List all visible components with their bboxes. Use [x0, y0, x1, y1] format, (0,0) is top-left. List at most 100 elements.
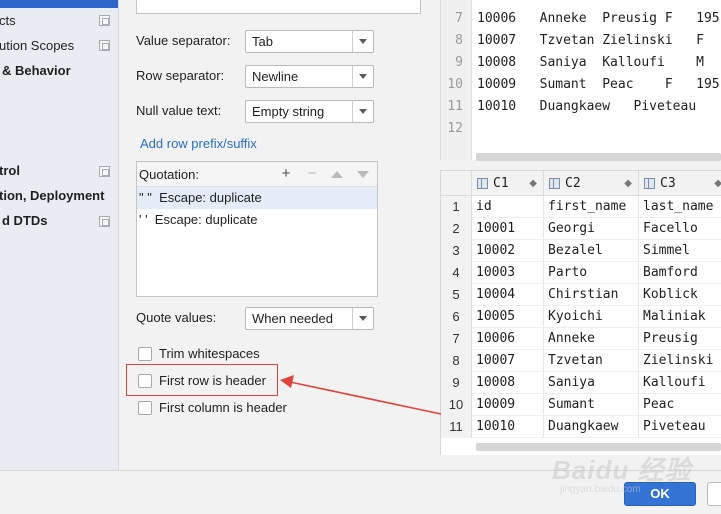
row-number[interactable]: 7	[441, 328, 472, 350]
quotation-item[interactable]: ' ' Escape: duplicate	[137, 209, 377, 231]
row-number[interactable]: 10	[441, 394, 472, 416]
text-preview-editor: 7 10006 Anneke Preusig F 195 8 10007 Tzvet…	[440, 0, 721, 160]
grid-cell[interactable]: Anneke	[544, 328, 639, 350]
grid-cell[interactable]: 10008	[472, 372, 544, 394]
grid-cell[interactable]: 10009	[472, 394, 544, 416]
row-number[interactable]: 9	[441, 372, 472, 394]
value-separator-select[interactable]: Tab	[245, 30, 374, 53]
grid-cell[interactable]: 10004	[472, 284, 544, 306]
grid-cell[interactable]: Piveteau	[639, 416, 721, 438]
null-value-value: Empty string	[252, 104, 325, 119]
grid-cell[interactable]: Zielinski	[639, 350, 721, 372]
sidebar-item-dtds[interactable]: d DTDs	[2, 211, 48, 231]
column-header[interactable]: C2 ◆	[544, 171, 639, 196]
grid-cell[interactable]: Bezalel	[544, 240, 639, 262]
row-number[interactable]: 1	[441, 196, 472, 218]
sidebar-item-deployment[interactable]: tion, Deployment	[0, 186, 104, 206]
sidebar-item-label: ution Scopes	[0, 38, 75, 53]
grid-cell[interactable]: id	[472, 196, 544, 218]
grid-cell[interactable]: 10005	[472, 306, 544, 328]
sidebar-selected-item[interactable]	[0, 0, 118, 8]
column-icon	[644, 178, 655, 189]
move-down-icon[interactable]	[357, 171, 369, 178]
grid-cell[interactable]: Tzvetan	[544, 350, 639, 372]
grid-cell[interactable]: Sumant	[544, 394, 639, 416]
grid-cell[interactable]: Peac	[639, 394, 721, 416]
add-row-prefix-suffix-link[interactable]: Add row prefix/suffix	[140, 136, 257, 151]
chevron-down-icon	[352, 66, 373, 87]
quotation-toolbar: Quotation: + −	[137, 162, 377, 187]
sidebar-item-label: trol	[0, 163, 20, 178]
row-number[interactable]: 3	[441, 240, 472, 262]
line-text: 10008 Saniya Kalloufi M	[477, 55, 704, 70]
row-separator-select[interactable]: Newline	[245, 65, 374, 88]
sidebar-item-behavior[interactable]: & Behavior	[2, 61, 71, 81]
sort-icon[interactable]: ◆	[624, 171, 632, 196]
checkbox-box[interactable]	[138, 401, 152, 415]
grid-cell[interactable]: Koblick	[639, 284, 721, 306]
value-separator-label: Value separator:	[136, 33, 231, 48]
sidebar-item-scopes[interactable]: ution Scopes	[0, 36, 74, 56]
chevron-down-icon	[352, 101, 373, 122]
grid-cell[interactable]: Bamford	[639, 262, 721, 284]
line-number: 12	[447, 121, 463, 136]
remove-icon[interactable]: −	[303, 165, 321, 183]
sidebar-item-label: cts	[0, 13, 16, 28]
row-number[interactable]: 8	[441, 350, 472, 372]
grid-cell[interactable]: Maliniak	[639, 306, 721, 328]
grid-cell[interactable]: Kyoichi	[544, 306, 639, 328]
row-number[interactable]: 5	[441, 284, 472, 306]
grid-cell[interactable]: last_name	[639, 196, 721, 218]
sort-icon[interactable]: ◆	[714, 171, 721, 196]
csv-format-settings-panel: Value separator: Tab Row separator: Newl…	[119, 0, 440, 470]
grid-cell[interactable]: 10003	[472, 262, 544, 284]
column-name: C1	[493, 176, 509, 191]
checkbox-box[interactable]	[138, 347, 152, 361]
grid-cell[interactable]: 10010	[472, 416, 544, 438]
grid-cell[interactable]: Kalloufi	[639, 372, 721, 394]
null-value-label: Null value text:	[136, 103, 222, 118]
row-number[interactable]: 4	[441, 262, 472, 284]
row-number[interactable]: 6	[441, 306, 472, 328]
grid-cell[interactable]: 10002	[472, 240, 544, 262]
format-name-field[interactable]	[136, 0, 421, 14]
grid-cell[interactable]: Chirstian	[544, 284, 639, 306]
grid-cell[interactable]: Georgi	[544, 218, 639, 240]
cancel-button[interactable]	[707, 482, 721, 506]
grid-cell[interactable]: 10006	[472, 328, 544, 350]
column-icon	[549, 178, 560, 189]
quote-values-select[interactable]: When needed	[245, 307, 374, 330]
horizontal-scrollbar[interactable]	[476, 153, 721, 161]
row-number[interactable]: 2	[441, 218, 472, 240]
grid-cell[interactable]: 10007	[472, 350, 544, 372]
grid-cell[interactable]: 10001	[472, 218, 544, 240]
highlight-box	[126, 364, 278, 396]
sort-icon[interactable]: ◆	[529, 171, 537, 196]
move-up-icon[interactable]	[331, 171, 343, 178]
grid-cell[interactable]: Simmel	[639, 240, 721, 262]
line-number: 10	[447, 77, 463, 92]
grid-cell[interactable]: Preusig	[639, 328, 721, 350]
grid-cell[interactable]: Parto	[544, 262, 639, 284]
quotation-item[interactable]: " " Escape: duplicate	[137, 187, 377, 209]
line-text: 10007 Tzvetan Zielinski F	[477, 33, 704, 48]
line-number: 8	[455, 33, 463, 48]
grid-cell[interactable]: Saniya	[544, 372, 639, 394]
row-number[interactable]: 11	[441, 416, 472, 438]
line-number: 9	[455, 55, 463, 70]
grid-cell[interactable]: Duangkaew	[544, 416, 639, 438]
grid-cell[interactable]: Facello	[639, 218, 721, 240]
add-icon[interactable]: +	[277, 165, 295, 183]
sidebar-item-projects[interactable]: cts	[0, 11, 16, 31]
header-corner	[441, 171, 472, 196]
horizontal-scrollbar[interactable]	[476, 443, 721, 451]
copy-icon	[99, 15, 110, 26]
grid-cell[interactable]: first_name	[544, 196, 639, 218]
column-header[interactable]: C1 ◆	[472, 171, 544, 196]
ok-button[interactable]: OK	[624, 482, 696, 506]
chevron-down-icon	[352, 308, 373, 329]
column-header[interactable]: C3 ◆	[639, 171, 721, 196]
null-value-select[interactable]: Empty string	[245, 100, 374, 123]
sidebar-item-label: tion, Deployment	[0, 188, 105, 203]
sidebar-item-version-control[interactable]: trol	[0, 161, 20, 181]
